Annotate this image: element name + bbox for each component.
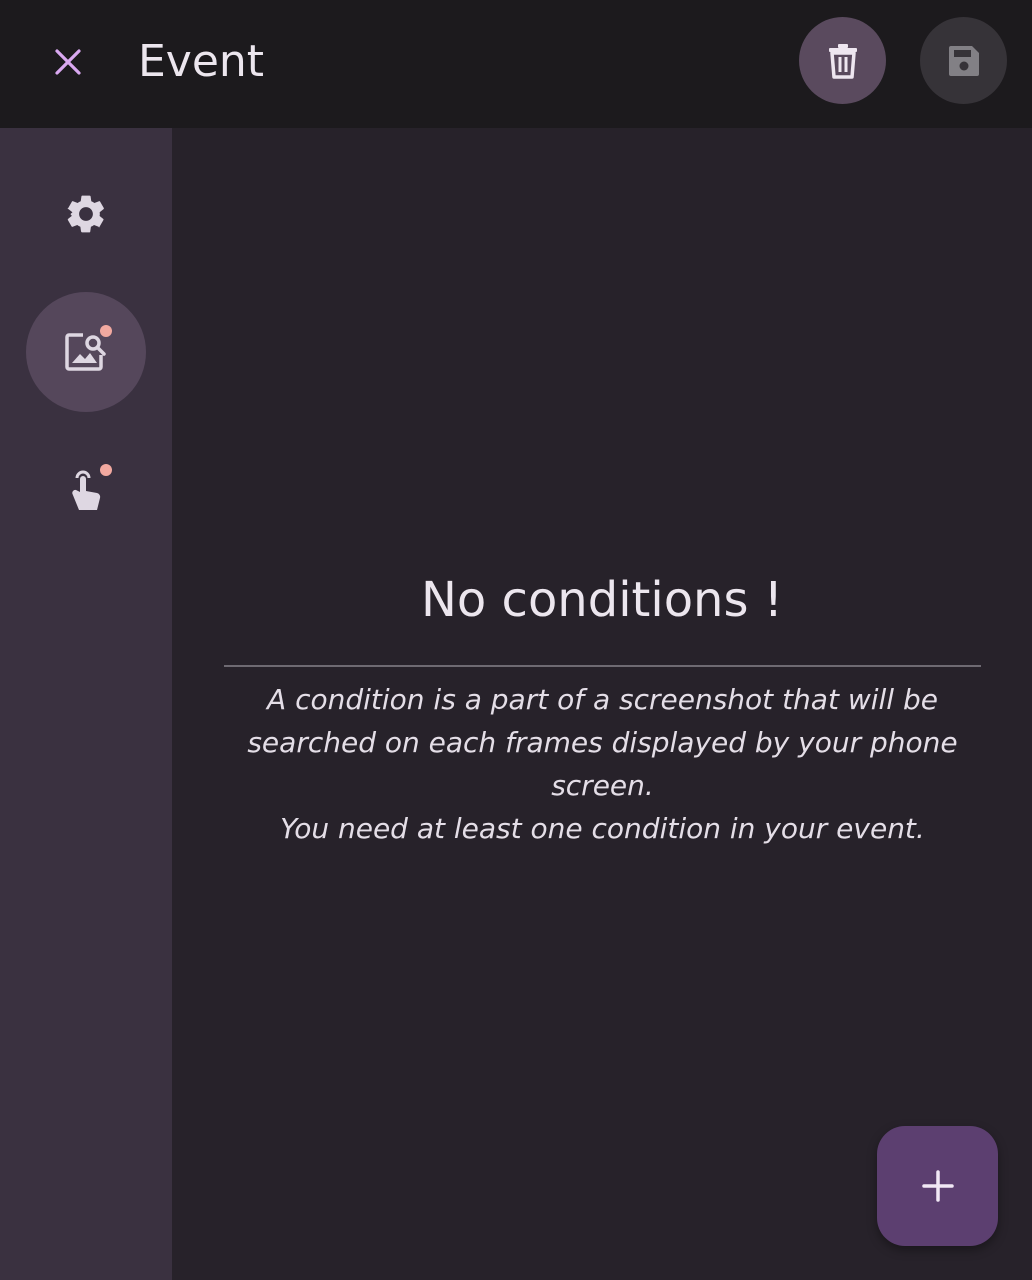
empty-state-title: No conditions !: [421, 572, 783, 628]
conditions-badge: [100, 325, 112, 337]
empty-state-description-line: A condition is a part of a screenshot th…: [247, 683, 958, 802]
top-app-bar: Event: [0, 0, 1032, 128]
delete-button[interactable]: [799, 17, 886, 104]
gear-icon: [67, 195, 104, 233]
close-icon: [55, 49, 81, 75]
navigation-rail: [0, 128, 172, 1280]
nav-item-settings[interactable]: [26, 154, 146, 274]
conditions-list: No conditions ! A condition is a part of…: [172, 128, 1032, 1280]
trash-icon: [828, 43, 857, 79]
page-title: Event: [138, 36, 265, 87]
close-button[interactable]: [36, 30, 100, 94]
save-button[interactable]: [920, 17, 1007, 104]
divider: [224, 665, 981, 667]
nav-item-conditions[interactable]: [26, 292, 146, 412]
plus-icon: [921, 1170, 954, 1202]
empty-state-description-line: You need at least one condition in your …: [280, 812, 925, 845]
nav-item-actions[interactable]: [26, 430, 146, 550]
save-icon: [948, 45, 979, 76]
actions-badge: [100, 464, 112, 476]
event-editor: Event No conditions ! A condition is a p…: [0, 0, 1032, 1280]
add-condition-button[interactable]: [877, 1126, 998, 1246]
empty-state-description: A condition is a part of a screenshot th…: [224, 678, 981, 850]
